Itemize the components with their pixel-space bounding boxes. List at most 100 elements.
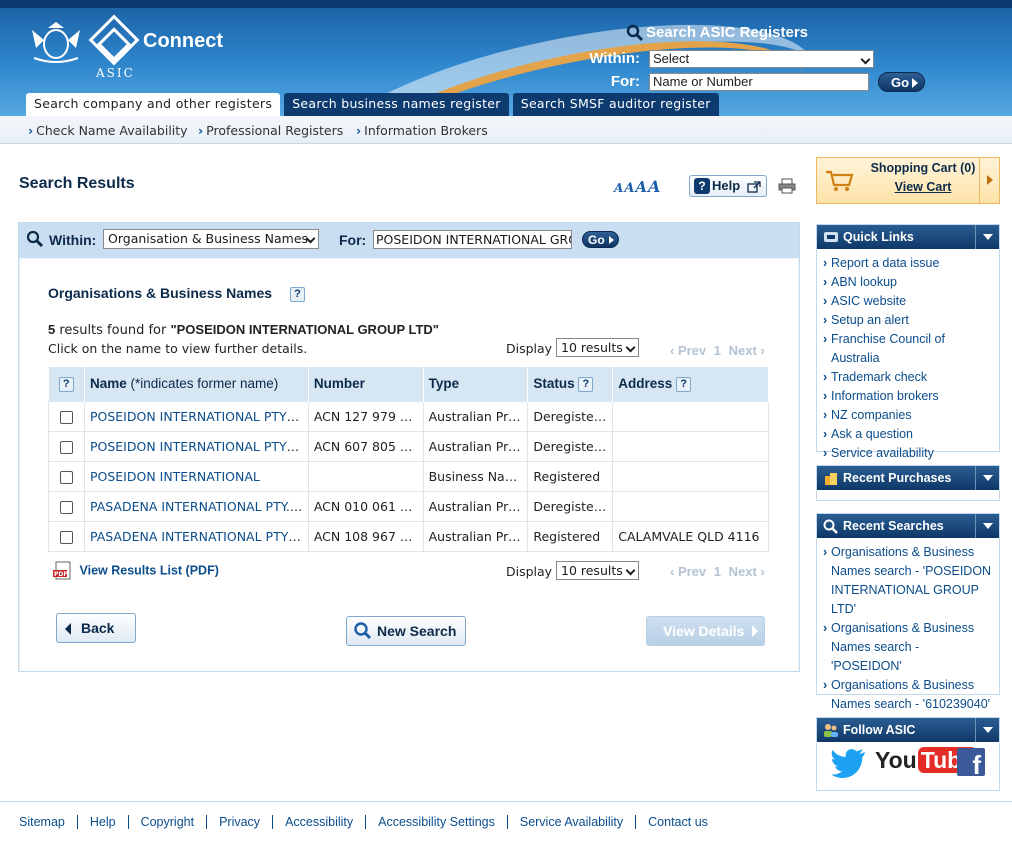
twitter-icon[interactable] bbox=[831, 748, 867, 778]
column-header-number[interactable]: Number bbox=[308, 367, 424, 401]
footer-accessibility[interactable]: Accessibility bbox=[285, 815, 353, 829]
result-count: 5 bbox=[48, 322, 56, 337]
footer-separator bbox=[272, 815, 274, 829]
header-within-select[interactable]: Select bbox=[649, 50, 874, 68]
tab-company-registers[interactable]: Search company and other registers bbox=[26, 93, 281, 116]
for-label: For: bbox=[339, 232, 367, 248]
footer-help[interactable]: Help bbox=[90, 815, 116, 829]
quick-link-trademark-check[interactable]: Trademark check bbox=[831, 370, 927, 384]
collapse-toggle-icon[interactable] bbox=[975, 466, 999, 490]
pager-prev[interactable]: ‹ Prev bbox=[670, 564, 706, 579]
help-question-icon[interactable]: ? bbox=[578, 376, 594, 392]
help-button[interactable]: ? Help bbox=[689, 175, 767, 197]
view-cart-link[interactable]: View Cart bbox=[863, 180, 983, 194]
font-size-medium-icon[interactable]: A bbox=[624, 181, 634, 196]
pager-page: 1 bbox=[713, 343, 722, 358]
table-header-row: ? Name (*indicates former name) Number T… bbox=[48, 367, 769, 401]
collapse-toggle-icon[interactable] bbox=[975, 514, 999, 538]
help-question-icon[interactable]: ? bbox=[289, 286, 305, 302]
footer-privacy[interactable]: Privacy bbox=[219, 815, 260, 829]
recent-search-link[interactable]: Organisations & Business Names search - … bbox=[831, 545, 991, 616]
quick-link-report-data-issue[interactable]: Report a data issue bbox=[831, 256, 939, 270]
row-type: Australian Proprietary Company bbox=[422, 490, 529, 522]
font-size-large-icon[interactable]: A bbox=[635, 178, 647, 196]
pager-prev[interactable]: ‹ Prev bbox=[670, 343, 706, 358]
row-name-link[interactable]: POSEIDON INTERNATIONAL PTY LTD bbox=[90, 439, 307, 454]
row-checkbox[interactable] bbox=[59, 410, 73, 424]
quick-link-asic-website[interactable]: ASIC website bbox=[831, 294, 906, 308]
facebook-icon[interactable]: f bbox=[957, 748, 985, 776]
page-title: Search Results bbox=[19, 175, 135, 192]
pager-next[interactable]: Next › bbox=[729, 564, 765, 579]
view-results-pdf-link[interactable]: View Results List (PDF) bbox=[79, 563, 218, 577]
quick-link-abn-lookup[interactable]: ABN lookup bbox=[831, 275, 897, 289]
column-header-type[interactable]: Type bbox=[423, 367, 529, 401]
footer-sitemap[interactable]: Sitemap bbox=[19, 815, 65, 829]
display-select-bottom[interactable]: 10 results bbox=[556, 561, 639, 580]
row-checkbox[interactable] bbox=[59, 500, 73, 514]
subnav-professional-registers[interactable]: Professional Registers bbox=[198, 123, 343, 138]
column-header-address[interactable]: Address ? bbox=[612, 367, 769, 401]
header-top-bar bbox=[0, 0, 1012, 8]
footer-service-availability[interactable]: Service Availability bbox=[520, 815, 623, 829]
recent-search-link[interactable]: Organisations & Business Names search - … bbox=[831, 678, 990, 711]
table-row: POSEIDON INTERNATIONAL PTY LTD ACN 127 9… bbox=[48, 400, 769, 432]
list-item: Information brokers bbox=[823, 387, 993, 406]
row-name-link[interactable]: POSEIDON INTERNATIONAL bbox=[90, 469, 260, 484]
tab-business-names[interactable]: Search business names register bbox=[284, 93, 509, 116]
display-select-top[interactable]: 10 results bbox=[556, 338, 639, 357]
search-input[interactable]: POSEIDON INTERNATIONAL GROUP LTD bbox=[373, 230, 572, 249]
list-item: Franchise Council of Australia bbox=[823, 330, 993, 368]
search-registers-label: Search ASIC Registers bbox=[646, 24, 809, 41]
quick-link-information-brokers[interactable]: Information brokers bbox=[831, 389, 939, 403]
new-search-button[interactable]: New Search bbox=[346, 616, 466, 646]
subnav-check-name[interactable]: Check Name Availability bbox=[28, 123, 187, 138]
quick-link-service-availability[interactable]: Service availability bbox=[831, 446, 934, 460]
column-header-name[interactable]: Name (*indicates former name) bbox=[84, 367, 309, 401]
help-question-icon[interactable]: ? bbox=[58, 376, 74, 392]
sub-navigation: Check Name Availability Professional Reg… bbox=[0, 116, 1012, 144]
footer-accessibility-settings[interactable]: Accessibility Settings bbox=[378, 815, 495, 829]
collapse-toggle-icon[interactable] bbox=[975, 225, 999, 249]
column-header-status[interactable]: Status ? bbox=[527, 367, 614, 401]
within-select[interactable]: Organisation & Business Names bbox=[103, 229, 319, 249]
tab-smsf-auditor[interactable]: Search SMSF auditor register bbox=[512, 93, 719, 116]
row-status: Deregistered bbox=[527, 430, 614, 462]
quick-link-ask-question[interactable]: Ask a question bbox=[831, 427, 913, 441]
row-checkbox[interactable] bbox=[59, 440, 73, 454]
list-item: Organisations & Business Names search - … bbox=[823, 619, 993, 676]
row-name-link[interactable]: POSEIDON INTERNATIONAL PTY LTD bbox=[90, 409, 307, 424]
search-results-panel: Within: Organisation & Business Names Fo… bbox=[18, 222, 800, 672]
go-button[interactable]: Go bbox=[582, 231, 619, 248]
print-icon[interactable] bbox=[778, 178, 796, 194]
header-go-button[interactable]: Go bbox=[878, 72, 925, 92]
row-name-link[interactable]: PASADENA INTERNATIONAL PTY LTD bbox=[90, 529, 307, 544]
row-checkbox[interactable] bbox=[59, 530, 73, 544]
connect-brand: Connect bbox=[143, 30, 223, 52]
quick-link-franchise-council[interactable]: Franchise Council of Australia bbox=[831, 332, 945, 365]
view-details-button[interactable]: View Details bbox=[646, 616, 765, 646]
recent-search-link[interactable]: Organisations & Business Names search - … bbox=[831, 621, 974, 673]
shopping-cart[interactable]: Shopping Cart (0) View Cart bbox=[816, 157, 1000, 204]
quick-link-setup-alert[interactable]: Setup an alert bbox=[831, 313, 909, 327]
cart-arrow-icon[interactable] bbox=[979, 158, 999, 203]
select-all-header: ? bbox=[48, 367, 85, 401]
footer-separator bbox=[506, 815, 508, 829]
help-question-icon[interactable]: ? bbox=[676, 376, 692, 392]
font-size-xlarge-icon[interactable]: A bbox=[648, 177, 660, 196]
row-name-link[interactable]: PASADENA INTERNATIONAL PTY. LTD. bbox=[90, 499, 307, 514]
pager-next[interactable]: Next › bbox=[729, 343, 765, 358]
font-size-small-icon[interactable]: A bbox=[614, 181, 623, 195]
footer-copyright[interactable]: Copyright bbox=[141, 815, 195, 829]
quick-link-nz-companies[interactable]: NZ companies bbox=[831, 408, 912, 422]
row-name-cell: POSEIDON INTERNATIONAL PTY LTD bbox=[83, 430, 309, 462]
list-item: ABN lookup bbox=[823, 273, 993, 292]
footer-contact-us[interactable]: Contact us bbox=[648, 815, 708, 829]
header-within-label: Within: bbox=[589, 50, 640, 67]
collapse-toggle-icon[interactable] bbox=[975, 718, 999, 742]
subnav-information-brokers[interactable]: Information Brokers bbox=[356, 123, 488, 138]
row-checkbox[interactable] bbox=[59, 470, 73, 484]
header-search-input[interactable]: Name or Number bbox=[649, 73, 869, 91]
back-button[interactable]: Back bbox=[56, 613, 136, 643]
header-for-label: For: bbox=[610, 73, 640, 90]
